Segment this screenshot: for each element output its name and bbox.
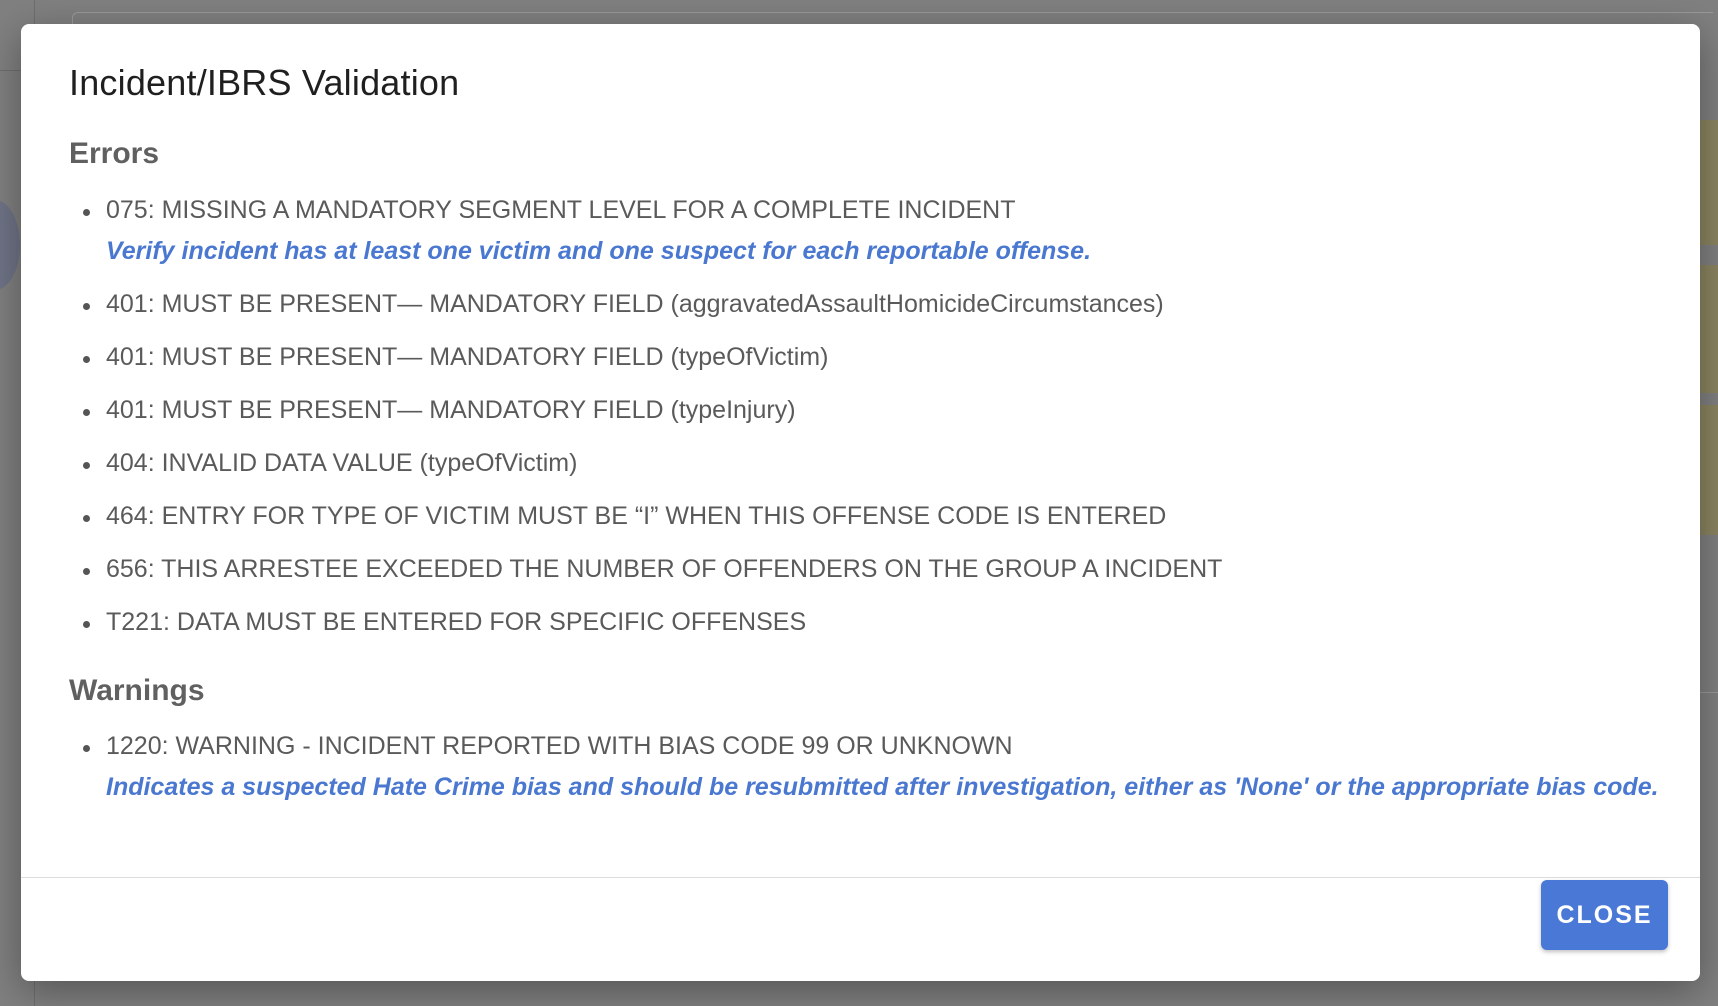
error-item: T221: DATA MUST BE ENTERED FOR SPECIFIC … xyxy=(69,606,1222,638)
error-text: 401: MUST BE PRESENT— MANDATORY FIELD (t… xyxy=(106,343,829,371)
dialog-title: Incident/IBRS Validation xyxy=(69,62,460,103)
warnings-list: 1220: WARNING - INCIDENT REPORTED WITH B… xyxy=(69,730,1659,824)
error-item: 656: THIS ARRESTEE EXCEEDED THE NUMBER O… xyxy=(69,553,1222,585)
error-item: 404: INVALID DATA VALUE (typeOfVictim) xyxy=(69,447,1222,479)
error-item: 401: MUST BE PRESENT— MANDATORY FIELD (a… xyxy=(69,288,1222,320)
error-text: 401: MUST BE PRESENT— MANDATORY FIELD (t… xyxy=(106,396,796,424)
warning-item: 1220: WARNING - INCIDENT REPORTED WITH B… xyxy=(69,730,1659,803)
background-panel xyxy=(1700,405,1718,535)
error-item: 401: MUST BE PRESENT— MANDATORY FIELD (t… xyxy=(69,394,1222,426)
background-panel xyxy=(1700,265,1718,393)
errors-list: 075: MISSING A MANDATORY SEGMENT LEVEL F… xyxy=(69,194,1222,659)
error-text: 656: THIS ARRESTEE EXCEEDED THE NUMBER O… xyxy=(106,555,1223,583)
error-text: 075: MISSING A MANDATORY SEGMENT LEVEL F… xyxy=(106,196,1016,224)
error-text: 401: MUST BE PRESENT— MANDATORY FIELD (a… xyxy=(106,290,1164,318)
warning-text: 1220: WARNING - INCIDENT REPORTED WITH B… xyxy=(106,732,1013,760)
warning-hint: Indicates a suspected Hate Crime bias an… xyxy=(106,773,1659,801)
background-avatar xyxy=(0,200,20,290)
background-divider xyxy=(1700,692,1718,693)
error-text: 464: ENTRY FOR TYPE OF VICTIM MUST BE “I… xyxy=(106,502,1167,530)
warnings-heading: Warnings xyxy=(69,674,205,707)
error-item: 075: MISSING A MANDATORY SEGMENT LEVEL F… xyxy=(69,194,1222,267)
background-panel xyxy=(1700,120,1718,245)
error-text: T221: DATA MUST BE ENTERED FOR SPECIFIC … xyxy=(106,608,807,636)
dialog-footer-divider xyxy=(21,877,1700,878)
errors-heading: Errors xyxy=(69,137,160,170)
error-item: 464: ENTRY FOR TYPE OF VICTIM MUST BE “I… xyxy=(69,500,1222,532)
dialog-content: Incident/IBRS Validation Errors 075: MIS… xyxy=(21,24,1700,877)
validation-dialog: Incident/IBRS Validation Errors 075: MIS… xyxy=(21,24,1700,981)
error-item: 401: MUST BE PRESENT— MANDATORY FIELD (t… xyxy=(69,341,1222,373)
error-hint: Verify incident has at least one victim … xyxy=(106,237,1092,265)
close-button[interactable]: CLOSE xyxy=(1541,880,1668,950)
error-text: 404: INVALID DATA VALUE (typeOfVictim) xyxy=(106,449,578,477)
